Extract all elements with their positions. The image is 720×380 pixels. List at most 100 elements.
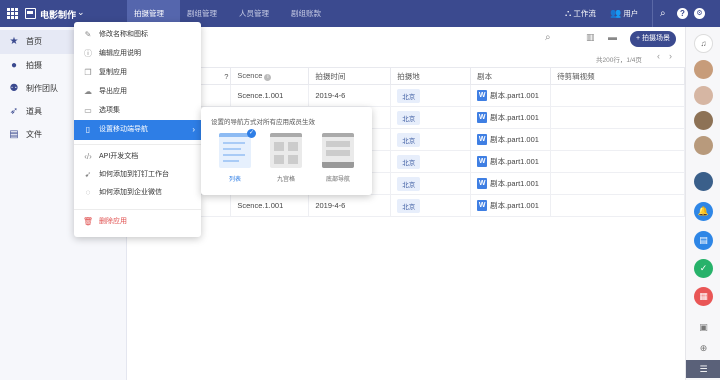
menu-item-export[interactable]: ☁ 导出应用 [74,82,201,102]
script-link[interactable]: 剧本.part1.001 [490,157,539,166]
nav-option-bottom-nav[interactable]: 底部导航 [322,133,358,185]
add-scene-button[interactable]: + 拍摄场景 [630,31,676,47]
list-layout-thumbnail [219,133,251,168]
search-icon[interactable]: ⌕ [660,0,666,27]
chat-icon[interactable]: ▤ [694,231,713,250]
menu-item-rename[interactable]: ✎ 修改名称和图标 [74,25,201,45]
menu-item-wecom[interactable]: ◌ 如何添加到企业微信 [74,183,201,203]
script-link[interactable]: 剧本.part1.001 [490,179,539,188]
table-row[interactable]: Scence.1.001 2019-4-6 北京 W 剧本.part1.001 [127,84,685,107]
users-link[interactable]: 👥 用户 [610,0,638,27]
avatar[interactable] [694,111,713,130]
menu-item-api-docs[interactable]: ‹/› API开发文档 [74,147,201,167]
file-icon: ▤ [9,129,19,140]
search-icon[interactable]: ⌕ [545,32,551,43]
menu-item-option-sets[interactable]: ▭ 选项集 [74,101,201,121]
table-cell[interactable]: 2019-4-6 [308,194,392,217]
table-cell[interactable]: W 剧本.part1.001 [470,172,552,195]
table-cell[interactable]: 北京 [390,84,472,107]
avatar[interactable] [694,172,713,191]
tab-accounts[interactable]: 剧组账款 [284,0,328,27]
panel-toggle-icon[interactable]: ☰ [686,360,720,378]
app-grid-icon[interactable] [7,8,18,19]
table-cell[interactable]: W 剧本.part1.001 [470,84,552,107]
table-cell[interactable] [550,150,685,173]
help-icon[interactable]: ? [677,8,688,19]
chart-icon[interactable]: ▥ [586,32,595,43]
next-page-icon[interactable]: › [669,51,672,61]
table-cell[interactable]: 北京 [390,106,472,129]
notification-icon[interactable]: 🔔 [694,202,713,221]
table-cell[interactable] [550,194,685,217]
table-cell[interactable]: W 剧本.part1.001 [470,194,552,217]
menu-item-copy[interactable]: ❐ 复制应用 [74,63,201,83]
avatar[interactable] [694,60,713,79]
contacts-icon[interactable]: ▣ [686,318,720,336]
avatar[interactable] [694,136,713,155]
script-link[interactable]: 剧本.part1.001 [490,201,539,210]
table-cell[interactable] [550,128,685,151]
word-doc-icon: W [477,90,488,102]
nav-option-list[interactable]: ✓ 列表 [219,129,256,185]
calendar-icon[interactable]: ▦ [694,287,713,306]
bottom-nav-layout-thumbnail [322,133,354,168]
chevron-down-icon[interactable]: ⌄ [77,7,85,18]
table-cell[interactable] [550,172,685,195]
table-cell[interactable]: 2019-4-6 [308,84,392,107]
tab-label: 拍摄管理 [134,9,164,18]
table-cell[interactable]: W 剧本.part1.001 [470,150,552,173]
bell-icon[interactable]: ♫ [694,34,713,53]
sidebar-item-label: 道具 [26,107,42,116]
workflow-link[interactable]: ⛬ 工作流 [565,0,596,27]
tab-people[interactable]: 人员管理 [232,0,284,27]
table-cell[interactable]: Scence.1.001 [230,194,310,217]
table-cell[interactable]: 北京 [390,172,472,195]
menu-item-mobile-nav[interactable]: ▯ 设置移动端导航 › [74,120,201,140]
column-header[interactable]: 剧本 [470,67,552,85]
table-cell[interactable]: W 剧本.part1.001 [470,106,552,129]
menu-item-delete[interactable]: 🗑 删除应用 [74,212,201,232]
script-link[interactable]: 剧本.part1.001 [490,113,539,122]
code-icon: ‹/› [84,152,92,161]
settings-icon[interactable]: ⚙ [694,8,705,19]
approve-icon[interactable]: ✓ [694,259,713,278]
sidebar-item-label: 文件 [26,130,42,139]
app-name[interactable]: 电影制作 [40,8,76,21]
location-tag: 北京 [397,154,421,169]
column-header[interactable]: 拍摄地 [390,67,472,85]
script-link[interactable]: 剧本.part1.001 [490,135,539,144]
table-cell[interactable]: W 剧本.part1.001 [470,128,552,151]
prev-page-icon[interactable]: ‹ [657,51,660,61]
script-link[interactable]: 剧本.part1.001 [490,91,539,100]
add-icon[interactable]: ⊕ [686,339,720,357]
comment-icon[interactable]: ▬ [608,32,617,42]
sidebar-item-label: 拍摄 [26,61,42,70]
divider [652,0,653,27]
location-tag: 北京 [397,198,421,213]
menu-item-label: 如何添加到钉钉工作台 [99,171,169,178]
app-menu: ✎ 修改名称和图标 ⓘ 编辑应用说明 ❐ 复制应用 ☁ 导出应用 ▭ 选项集 ▯… [74,22,201,237]
table-cell[interactable]: Scence.1.001 [230,84,310,107]
page-info: 共200行，1/4页 [596,57,642,64]
column-header[interactable]: 待剪辑视频 [550,67,685,85]
table-cell[interactable]: 北京 [390,194,472,217]
menu-item-dingtalk[interactable]: ➹ 如何添加到钉钉工作台 [74,165,201,185]
location-tag: 北京 [397,88,421,103]
column-header[interactable]: Scence i [230,67,310,85]
table-cell[interactable] [550,84,685,107]
menu-item-edit-description[interactable]: ⓘ 编辑应用说明 [74,44,201,64]
nav-option-grid[interactable]: 九宫格 [270,133,306,185]
column-header[interactable]: 拍摄时间 [308,67,392,85]
location-tag: 北京 [397,132,421,147]
table-cell[interactable] [550,106,685,129]
word-doc-icon: W [477,134,488,146]
chevron-right-icon: › [192,125,195,134]
table-cell[interactable]: 北京 [390,150,472,173]
table-row[interactable]: Scence.1.001 2019-4-6 北京 W 剧本.part1.001 [127,194,685,217]
menu-item-label: 删除应用 [99,218,127,225]
menu-item-label: 设置移动端导航 [99,126,148,133]
avatar[interactable] [694,86,713,105]
table-cell[interactable]: 北京 [390,128,472,151]
info-icon: ⓘ [84,49,92,58]
trash-icon: 🗑 [82,217,94,226]
